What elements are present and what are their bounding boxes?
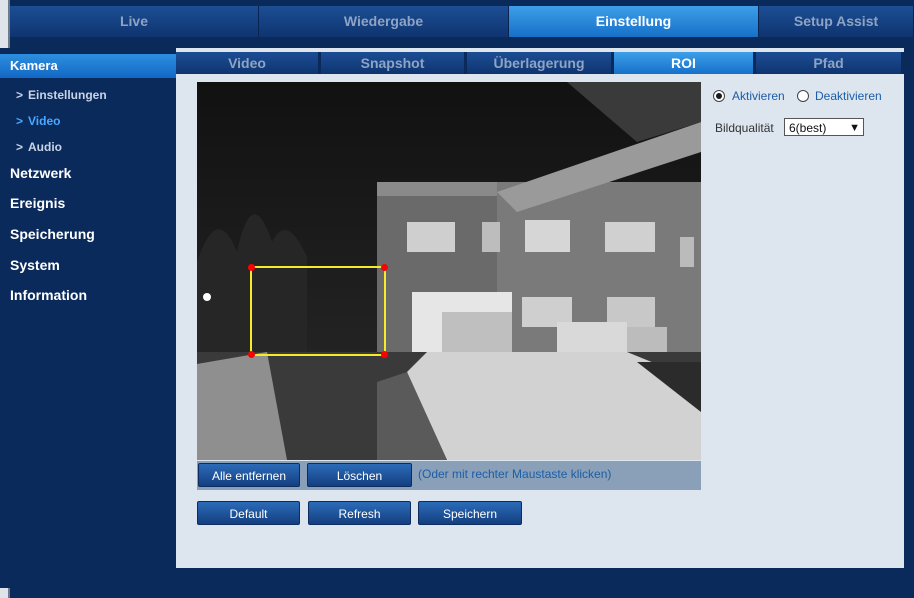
tab-wiedergabe[interactable]: Wiedergabe (259, 6, 509, 37)
tab-video[interactable]: Video (176, 52, 321, 74)
tab-pfad[interactable]: Pfad (756, 52, 904, 74)
sidebar-item-speicherung[interactable]: Speicherung (10, 226, 95, 242)
activate-label: Aktivieren (732, 89, 785, 103)
activate-radio[interactable] (713, 90, 725, 102)
roi-handle[interactable] (381, 264, 388, 271)
sidebar-item-netzwerk[interactable]: Netzwerk (10, 165, 71, 181)
refresh-button[interactable]: Refresh (308, 501, 411, 525)
tab-ueberlagerung[interactable]: Überlagerung (467, 52, 614, 74)
sidebar-item-label: Audio (28, 140, 62, 154)
roi-handle[interactable] (248, 264, 255, 271)
delete-button[interactable]: Löschen (307, 463, 412, 487)
chevron-down-icon: ▼ (849, 122, 860, 134)
sub-tabs: Video Snapshot Überlagerung ROI Pfad (176, 52, 904, 74)
chevron-right-icon: > (16, 114, 24, 128)
chevron-right-icon: > (16, 140, 24, 154)
tab-setup-assist[interactable]: Setup Assist (759, 6, 914, 37)
sidebar: Kamera > Einstellungen > Video > Audio Netz… (0, 48, 176, 588)
sidebar-header-kamera[interactable]: Kamera (0, 54, 176, 78)
tab-roi[interactable]: ROI (614, 52, 756, 74)
quality-select[interactable]: 6(best) ▼ (784, 118, 864, 136)
roi-region[interactable] (248, 264, 388, 358)
sidebar-item-einstellungen[interactable]: > Einstellungen (16, 88, 107, 102)
bottom-band (176, 568, 904, 598)
tab-snapshot[interactable]: Snapshot (321, 52, 467, 74)
default-button[interactable]: Default (197, 501, 300, 525)
roi-handle[interactable] (248, 351, 255, 358)
save-button[interactable]: Speichern (418, 501, 522, 525)
sidebar-item-video[interactable]: > Video (16, 114, 60, 128)
tab-einstellung[interactable]: Einstellung (509, 6, 759, 37)
sidebar-item-label: Einstellungen (28, 88, 107, 102)
tab-live[interactable]: Live (10, 6, 259, 37)
sidebar-item-information[interactable]: Information (10, 287, 87, 303)
remove-all-button[interactable]: Alle entfernen (198, 463, 300, 487)
quality-value: 6(best) (789, 121, 827, 135)
chevron-right-icon: > (16, 88, 24, 102)
context-hint: (Oder mit rechter Maustaste klicken) (418, 467, 612, 481)
top-nav: Live Wiedergabe Einstellung Setup Assist (10, 6, 914, 37)
sidebar-item-audio[interactable]: > Audio (16, 140, 62, 154)
sidebar-item-ereignis[interactable]: Ereignis (10, 195, 65, 211)
sidebar-item-label: Video (28, 114, 61, 128)
quality-label: Bildqualität (715, 121, 774, 135)
sidebar-item-system[interactable]: System (10, 257, 60, 273)
roi-handle[interactable] (381, 351, 388, 358)
deactivate-label: Deaktivieren (815, 89, 882, 103)
video-preview[interactable] (197, 82, 701, 460)
deactivate-radio[interactable] (797, 90, 809, 102)
